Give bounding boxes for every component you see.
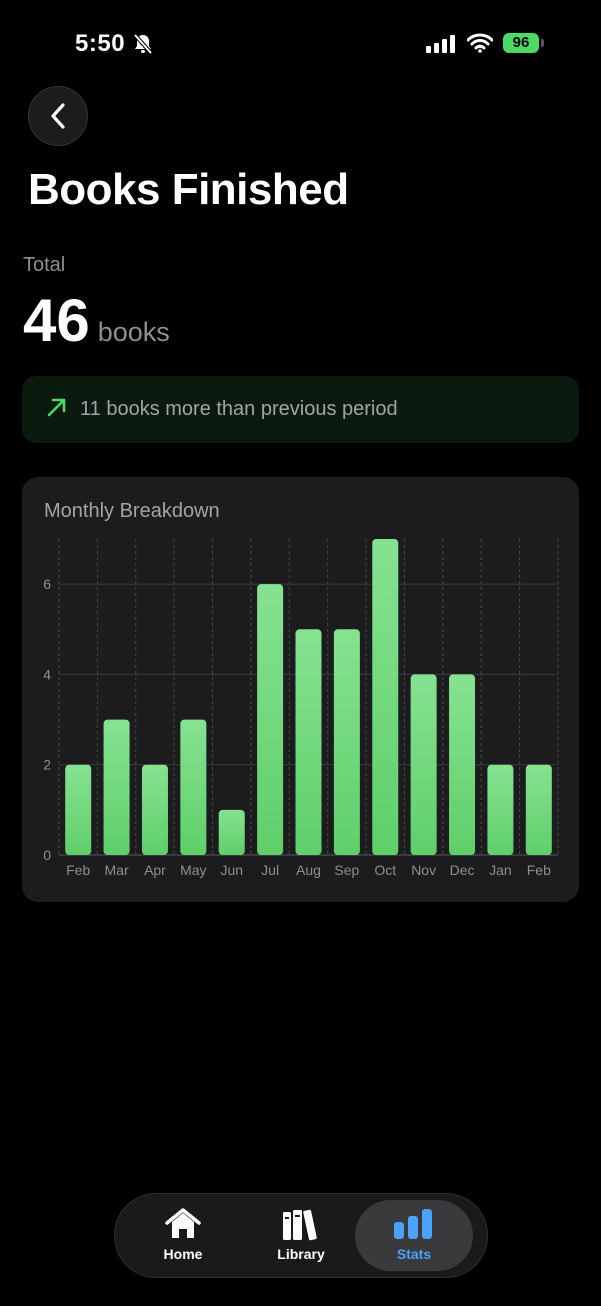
x-tick-label: Jan [489,862,512,878]
x-tick-label: Sep [334,862,359,878]
y-tick-label: 0 [43,847,51,863]
y-tick-label: 2 [43,757,51,773]
x-tick-label: Jul [261,862,279,878]
bar [372,539,399,855]
trend-up-arrow-icon [46,396,68,423]
battery-cap [541,39,544,47]
x-tick-label: Jun [220,862,243,878]
house-icon [124,1208,242,1240]
y-tick-label: 4 [43,666,51,682]
x-tick-label: Nov [411,862,436,878]
y-tick-label: 6 [43,576,51,592]
total-value: 46 [23,287,90,354]
bar [103,719,130,855]
tab-library-label: Library [277,1246,325,1262]
x-tick-label: Dec [450,862,475,878]
tab-bar: Home Library Stats [114,1193,488,1278]
tab-stats[interactable]: Stats [355,1200,473,1271]
x-tick-label: Mar [105,862,129,878]
bar [65,764,92,855]
bar [257,584,284,855]
bar [141,764,168,855]
tab-home[interactable]: Home [124,1200,242,1271]
books-icon [242,1208,360,1242]
trend-banner: 11 books more than previous period [22,376,579,443]
x-tick-label: May [180,862,206,878]
x-tick-label: Feb [66,862,90,878]
wifi-icon [466,33,494,58]
bar [449,674,476,855]
tab-home-label: Home [163,1246,203,1262]
bar [180,719,207,855]
cellular-signal-icon [426,35,458,58]
battery-icon: 96 [503,33,539,53]
bar [333,629,360,855]
trend-text: 11 books more than previous period [80,398,398,420]
bell-muted-icon [133,33,153,60]
bar [525,764,552,855]
total-unit: books [97,317,170,347]
x-tick-label: Feb [527,862,551,878]
x-tick-label: Oct [374,862,396,878]
bar-chart-icon [355,1208,473,1240]
x-tick-label: Aug [296,862,321,878]
total-summary: 46 books [23,286,170,355]
total-label: Total [23,254,66,276]
status-time: 5:50 [75,30,126,57]
x-tick-label: Apr [144,862,166,878]
status-bar: 5:50 96 [0,0,601,80]
page-title: Books Finished [28,165,349,214]
bar [218,809,245,855]
monthly-breakdown-card: Monthly Breakdown 0 2 4 6 Feb Mar Apr May Jun Jul… [22,477,579,902]
tab-stats-label: Stats [396,1246,432,1262]
bar [410,674,437,855]
monthly-bar-chart: 0 2 4 6 Feb Mar Apr May Jun Jul Aug Sep Oct Nov Dec Jan… [43,539,559,878]
tab-library[interactable]: Library [242,1200,360,1271]
back-button[interactable] [28,86,88,146]
bar [295,629,322,855]
chevron-left-icon [51,103,65,129]
bar [487,764,514,855]
